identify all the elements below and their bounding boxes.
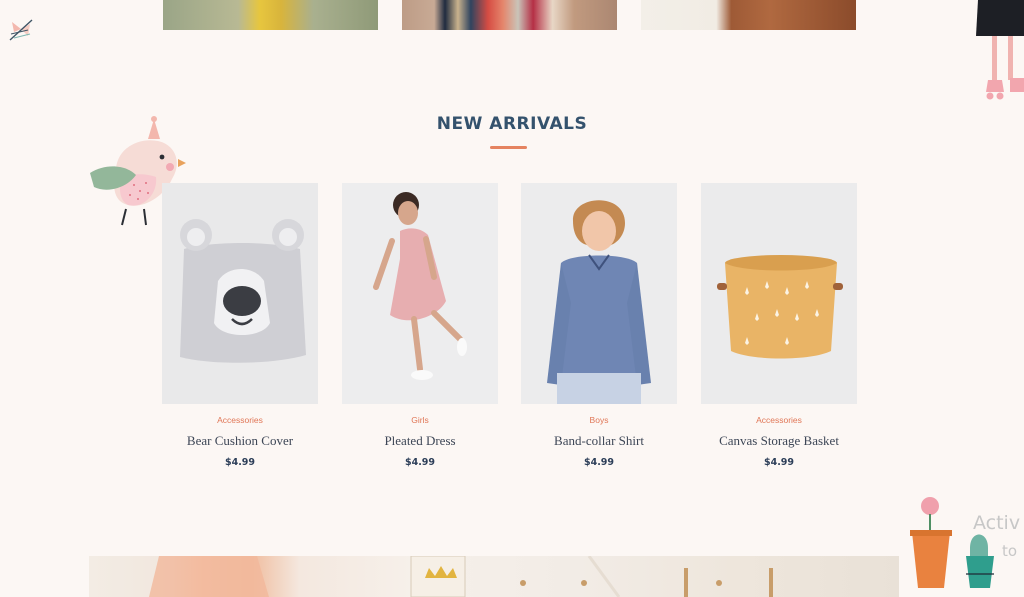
top-image-colorful-stripes[interactable] (402, 0, 617, 30)
product-price: $4.99 (404, 457, 436, 468)
storage-basket-image (701, 183, 857, 404)
butterfly-doodle-icon (9, 19, 33, 41)
new-arrivals-title: NEW ARRIVALS (436, 114, 588, 134)
top-image-knit-sweater[interactable] (641, 0, 856, 30)
product-category[interactable]: Girls (342, 415, 498, 425)
product-card[interactable]: Boys Band-collar Shirt $4.99 (521, 183, 677, 483)
product-price: $4.99 (583, 457, 615, 468)
product-price: $4.99 (224, 457, 256, 468)
product-name[interactable]: Bear Cushion Cover (162, 433, 318, 449)
product-name[interactable]: Band-collar Shirt (521, 433, 677, 449)
activate-windows-subtext: to (1002, 542, 1018, 560)
product-category[interactable]: Boys (521, 415, 677, 425)
product-image[interactable] (162, 183, 318, 404)
activate-windows-watermark: Activ (973, 512, 1021, 534)
product-card[interactable]: Accessories Canvas Storage Basket $4.99 (701, 183, 857, 483)
product-image[interactable] (342, 183, 498, 404)
product-name[interactable]: Canvas Storage Basket (701, 433, 857, 449)
bear-cushion-image (162, 183, 318, 404)
product-image[interactable] (701, 183, 857, 404)
product-name[interactable]: Pleated Dress (342, 433, 498, 449)
product-category[interactable]: Accessories (701, 415, 857, 425)
title-underline (490, 146, 527, 149)
product-card[interactable]: Accessories Bear Cushion Cover $4.99 (162, 183, 318, 483)
potted-plants-doodle-icon (910, 497, 994, 588)
boy-blue-shirt-image (521, 183, 677, 404)
product-card[interactable]: Girls Pleated Dress $4.99 (342, 183, 498, 483)
product-image[interactable] (521, 183, 677, 404)
girl-pink-dress-image (342, 183, 498, 404)
top-image-kids-clothing[interactable] (163, 0, 378, 30)
kids-room-image (149, 556, 773, 597)
bottom-banner-kids-room[interactable] (89, 556, 899, 597)
product-category[interactable]: Accessories (162, 415, 318, 425)
product-price: $4.99 (763, 457, 795, 468)
girl-doodle-icon (976, 0, 1024, 100)
